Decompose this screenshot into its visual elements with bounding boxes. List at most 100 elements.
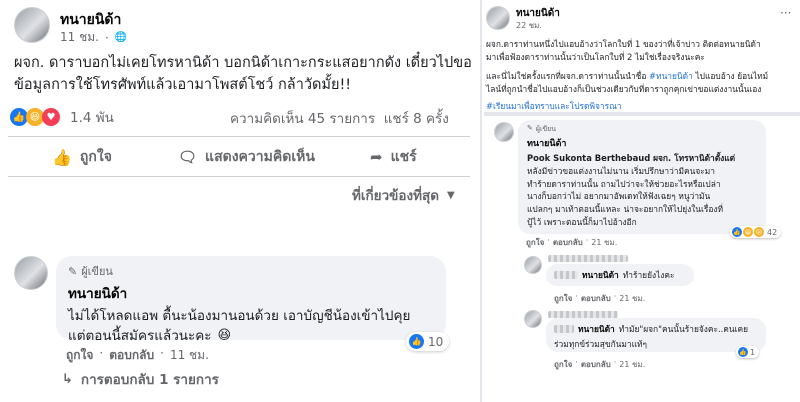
comment-line-row: แต่ตอนนี้สมัครแล้วนะคะ 😆 xyxy=(68,326,434,346)
post-text-line: ข้อมูลการใช้โทรศัพท์แล้วเอามาโพสต์โชว์ ก… xyxy=(14,77,352,93)
badge-label: ผู้เขียน xyxy=(81,265,113,278)
post-time[interactable]: 22 ชม. xyxy=(516,19,542,32)
comment-reply-link[interactable]: ตอบกลับ xyxy=(109,346,154,365)
post-text-line: และนี่ไม่ใช่ครั้งแรกที่ผจก.ดาราท่านนั้นน… xyxy=(486,71,650,81)
smile-emoji-icon: 😆 xyxy=(217,328,232,343)
divider xyxy=(8,176,470,177)
globe-icon: 🌐 xyxy=(114,32,128,43)
reply-time[interactable]: 21 ชม. xyxy=(619,358,645,371)
thumbs-up-icon: 👍 xyxy=(52,147,72,167)
reply-avatar[interactable] xyxy=(524,256,542,274)
blurred-name-top xyxy=(548,311,618,318)
reply-author[interactable]: ทนายนิด้า xyxy=(582,268,619,282)
share-button[interactable]: ➦ แชร์ xyxy=(370,146,417,168)
comment-line: แต่ตอนนี้สมัครแล้วนะคะ xyxy=(68,328,212,344)
chevron-down-icon: ▼ xyxy=(447,189,455,201)
comment-time[interactable]: 21 ชม. xyxy=(591,236,617,249)
reply-avatar[interactable] xyxy=(524,310,542,328)
post-meta: 11 ชม. · 🌐 xyxy=(60,28,127,47)
reply-text: ทำร้ายยังไงคะ xyxy=(622,270,675,280)
comment-actions: ถูกใจ · ตอบกลับ · 21 ชม. xyxy=(554,358,646,371)
like-label: ถูกใจ xyxy=(79,149,112,165)
hashtag-link[interactable]: #ทนายนิด้า xyxy=(649,71,693,81)
comment-line: นางก็บอกว่าไม่ อยากมาอัพเดทให้ฟังเฉยๆ หน… xyxy=(527,191,711,202)
blurred-name-top xyxy=(548,255,628,262)
reply-arrow-icon: ↳ xyxy=(62,371,73,387)
right-screenshot: ทนายนิด้า 22 ชม. ··· ผจก.ดาราท่านหนึ่งไป… xyxy=(484,0,800,402)
post-text: ผจก.ดาราท่านหนึ่งไปแอบอ้างว่าโลกใบที่ 1 … xyxy=(486,38,800,113)
reaction-count: 1.4 พัน xyxy=(70,110,114,126)
reply-time[interactable]: 21 ชม. xyxy=(619,292,645,305)
comment-line: Pook Sukonta Berthebaud ผจก. โทรหานิด้าต… xyxy=(527,153,736,163)
comment-sort-dropdown[interactable]: ที่เกี่ยวข้องที่สุด ▼ xyxy=(352,184,455,206)
post-text-line: ผจก.ดาราท่านหนึ่งไปแอบอ้างว่าโลกใบที่ 1 … xyxy=(486,39,761,49)
panel-divider xyxy=(480,0,482,402)
comment-avatar[interactable] xyxy=(14,256,48,290)
comment-icon: 🗨 xyxy=(178,148,198,166)
comment-like-link[interactable]: ถูกใจ xyxy=(66,346,93,365)
comment-bubble: ✎ ผู้เขียน ทนายนิด้า Pook Sukonta Berthe… xyxy=(518,120,766,234)
comment-author[interactable]: ทนายนิด้า xyxy=(527,136,757,150)
comment-reaction-count: 1 xyxy=(750,347,756,357)
comment-text: ไม่ได้โหลดแอพ ตื้นะน้องมานอนด้วย เอาบัญช… xyxy=(68,306,434,346)
comment-reactions[interactable]: 👍 😆 😢 42 xyxy=(730,226,782,238)
comment-bubble: ✎ ผู้เขียน ทนายนิด้า ไม่ได้โหลดแอพ ตื้นะ… xyxy=(56,256,446,344)
sort-label: ที่เกี่ยวข้องที่สุด xyxy=(352,188,440,204)
comment-line: ทำร้ายดาราท่านนั้น ถามไปว่าจะให้ช่วยอะไร… xyxy=(527,178,721,189)
comment-reactions[interactable]: 👍 10 xyxy=(406,332,450,351)
share-label: แชร์ xyxy=(390,149,417,165)
replies-label: การตอบกลับ 1 รายการ xyxy=(80,372,219,388)
blurred-name xyxy=(554,325,574,333)
comment-reaction-count: 10 xyxy=(428,334,444,349)
author-badge: ✎ ผู้เขียน xyxy=(68,262,434,280)
divider xyxy=(8,136,470,137)
post-avatar[interactable] xyxy=(14,7,50,43)
like-button[interactable]: 👍 ถูกใจ xyxy=(52,146,112,168)
comment-line: ปู้ไว้ เพราะตอนนี้ก็มาไปอ้างอีก xyxy=(527,216,637,227)
reply-like-link[interactable]: ถูกใจ xyxy=(554,358,572,371)
comment-author[interactable]: ทนายนิด้า xyxy=(68,282,434,304)
love-reaction-icon: ♥ xyxy=(42,108,60,126)
reaction-summary[interactable]: 👍 😆 ♥ 1.4 พัน xyxy=(10,106,114,128)
post-text-line: มาเพื่อฟ้องดาราท่านนั้นว่าเป็นโลกใบที่ 2… xyxy=(486,52,705,62)
left-screenshot: ทนายนิด้า 11 ชม. · 🌐 ผจก. ดาราบอกไม่เคยโ… xyxy=(0,0,478,402)
comment-text: Pook Sukonta Berthebaud ผจก. โทรหานิด้าต… xyxy=(527,152,757,229)
post-text-line: ไลน์ที่ถูกนำชื่อไปแอบอ้างก็เป็นช่วงเดียว… xyxy=(486,84,762,94)
comment-line: แปลกๆ มาเท้าตอนนี้แหละ น่าจะอยากให้ไปยุ่… xyxy=(527,204,724,215)
comment-reply-link[interactable]: ตอบกลับ xyxy=(553,236,583,249)
pencil-icon: ✎ xyxy=(68,264,78,278)
reply-text: ทำมัย"ผจก"คนนั้นร้ายจังคะ..คนเคย xyxy=(618,324,748,334)
comment-like-link[interactable]: ถูกใจ xyxy=(526,236,544,249)
reply-bubble: ทนายนิด้า ทำมัย"ผจก"คนนั้นร้ายจังคะ..คนเ… xyxy=(546,318,766,352)
reply-author[interactable]: ทนายนิด้า xyxy=(578,322,615,336)
pencil-icon: ✎ xyxy=(527,124,533,132)
post-avatar[interactable] xyxy=(486,6,510,30)
post-text: ผจก. ดาราบอกไม่เคยโทรหานิด้า บอกนิด้าเกา… xyxy=(14,52,474,96)
comment-time[interactable]: 11 ชม. xyxy=(170,346,209,365)
reply-reply-link[interactable]: ตอบกลับ xyxy=(581,358,611,371)
post-time[interactable]: 11 ชม. xyxy=(60,28,99,47)
haha-reaction-icon: 😆 xyxy=(743,227,753,237)
view-replies-link[interactable]: ↳ การตอบกลับ 1 รายการ xyxy=(62,368,219,390)
comments-shares-count[interactable]: ความคิดเห็น 45 รายการ แชร์ 8 ครั้ง xyxy=(230,107,449,129)
comment-reactions[interactable]: 👍 1 xyxy=(736,346,760,358)
comment-button[interactable]: 🗨 แสดงความคิดเห็น xyxy=(178,146,315,168)
like-reaction-icon: 👍 xyxy=(732,227,742,237)
like-reaction-icon: 👍 xyxy=(409,334,424,349)
reply-text: ร่วมทุกข์ร่วมสุขกันมาแท้ๆ xyxy=(554,339,648,349)
separator-band xyxy=(0,226,478,248)
reply-bubble: ทนายนิด้า ทำร้ายยังไงคะ xyxy=(546,264,694,286)
reply-like-link[interactable]: ถูกใจ xyxy=(554,292,572,305)
comment-actions: ถูกใจ · ตอบกลับ · 11 ชม. xyxy=(66,346,209,365)
post-text-line: ผจก. ดาราบอกไม่เคยโทรหานิด้า บอกนิด้าเกา… xyxy=(14,55,472,71)
reply-reply-link[interactable]: ตอบกลับ xyxy=(581,292,611,305)
reply-row: ทนายนิด้า ทำมัย"ผจก"คนนั้นร้ายจังคะ..คนเ… xyxy=(554,322,758,336)
blurred-name xyxy=(554,271,578,279)
post-text-line: ไปแอบอ้าง ย้อนไทม์ xyxy=(692,71,769,81)
post-text-row: และนี่ไม่ใช่ครั้งแรกที่ผจก.ดาราท่านนั้นน… xyxy=(486,70,800,83)
more-options-icon[interactable]: ··· xyxy=(780,6,791,20)
comment-reaction-count: 42 xyxy=(767,227,778,237)
share-icon: ➦ xyxy=(370,148,383,166)
comment-avatar[interactable] xyxy=(494,122,514,142)
comment-actions: ถูกใจ · ตอบกลับ · 21 ชม. xyxy=(554,292,646,305)
